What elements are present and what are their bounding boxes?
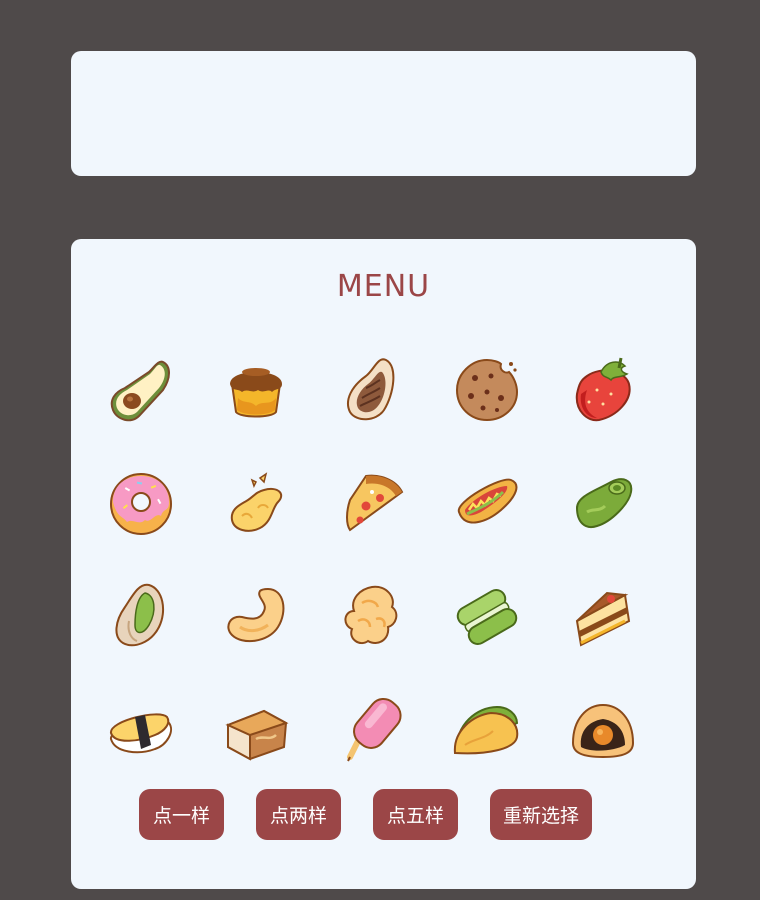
tamagoyaki-sushi-icon [109,712,172,753]
pecan-icon [346,358,395,421]
hot-dog-icon [458,478,518,523]
green-bean-icon [575,477,632,528]
cashew-icon [227,587,285,643]
avocado-icon [110,360,170,422]
potato-chip-icon [231,471,283,532]
cake-slice-icon [575,591,630,647]
food-item-green-bean[interactable] [545,468,661,582]
food-item-pizza-slice[interactable] [314,468,430,582]
food-item-avocado[interactable] [83,354,199,468]
food-item-pudding[interactable] [199,354,315,468]
pick-one-button[interactable]: 点一样 [139,789,224,840]
action-buttons: 点一样 点两样 点五样 重新选择 [139,789,593,840]
popsicle-icon [346,697,402,761]
reset-button[interactable]: 重新选择 [490,789,593,840]
pistachio-icon [115,583,164,647]
food-grid [83,354,683,808]
result-panel [71,51,696,176]
food-item-potato-chip[interactable] [199,468,315,582]
food-item-hot-dog[interactable] [430,468,546,582]
food-item-macaron[interactable] [430,581,546,695]
macaron-icon [457,588,518,646]
pizza-slice-icon [345,474,404,531]
food-item-pecan[interactable] [314,354,430,468]
pick-two-button[interactable]: 点两样 [256,789,341,840]
menu-panel: MENU 点一样 点两样 点五样 重新选择 [71,239,696,889]
bread-loaf-icon [225,709,289,761]
pudding-icon [230,368,283,418]
taco-icon [454,705,519,754]
donut-icon [109,472,172,535]
food-item-cake-slice[interactable] [545,581,661,695]
menu-title: MENU [336,269,431,304]
food-item-popcorn[interactable] [314,581,430,695]
food-item-donut[interactable] [83,468,199,582]
food-item-strawberry[interactable] [545,354,661,468]
popcorn-icon [344,585,398,645]
food-item-pistachio[interactable] [83,581,199,695]
food-item-cookie[interactable] [430,354,546,468]
food-item-cashew[interactable] [199,581,315,695]
cookie-icon [456,358,519,422]
strawberry-icon [575,357,631,422]
pick-five-button[interactable]: 点五样 [373,789,458,840]
mochi-icon [571,703,634,758]
